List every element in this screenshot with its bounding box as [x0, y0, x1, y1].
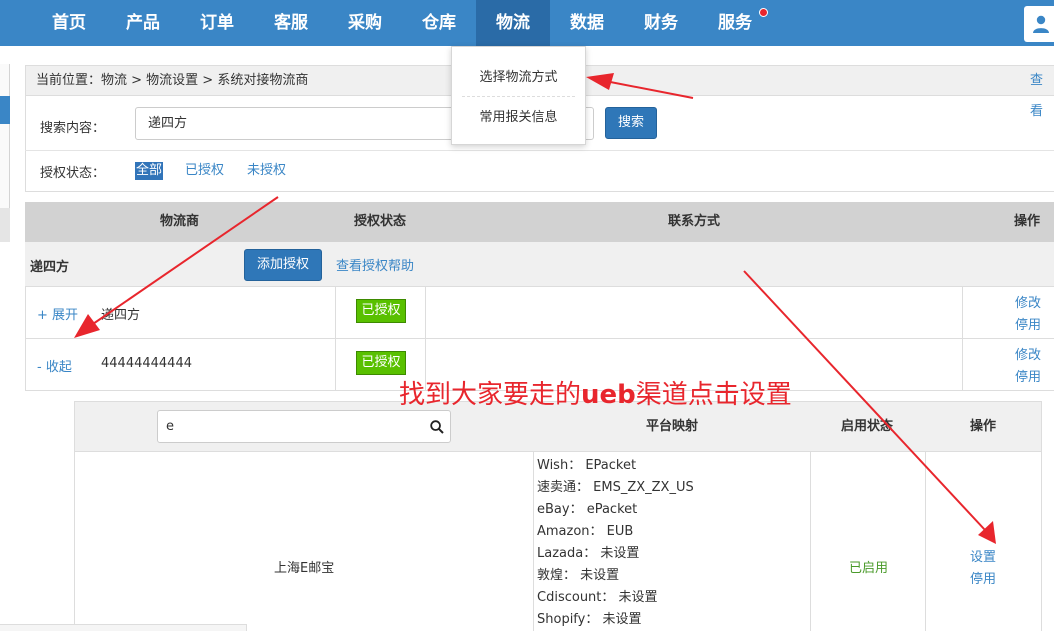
mapping-cdiscount: Cdiscount： 未设置: [537, 590, 658, 605]
status-badge: 已授权: [356, 299, 406, 323]
auth-help-link[interactable]: 查看授权帮助: [336, 255, 414, 274]
col-carrier: 物流商: [160, 214, 200, 229]
col-auth-status: 授权状态: [354, 214, 407, 229]
mapping-amazon: Amazon： EUB: [537, 524, 634, 539]
nav-home[interactable]: 首页: [32, 0, 106, 46]
col-divider: [925, 452, 926, 631]
nav-finance[interactable]: 财务: [624, 0, 698, 46]
filter-all[interactable]: 全部: [135, 162, 164, 180]
menu-customs-info[interactable]: 常用报关信息: [452, 106, 585, 125]
menu-select-shipping-method[interactable]: 选择物流方式: [452, 66, 585, 85]
mapping-lazada: Lazada： 未设置: [537, 546, 640, 561]
collapse-toggle[interactable]: - 收起: [37, 356, 72, 375]
sidebar-active-item[interactable]: [0, 96, 10, 124]
auth-status-label: 授权状态：: [40, 166, 106, 181]
disable-link[interactable]: 停用: [1015, 366, 1041, 385]
mapping-shopify: Shopify： 未设置: [537, 612, 642, 627]
top-nav: 首页 产品 订单 客服 采购 仓库 物流 数据 财务 服务: [0, 0, 1054, 46]
panel-divider: [25, 150, 1054, 151]
nav-orders[interactable]: 订单: [180, 0, 254, 46]
edit-link[interactable]: 修改: [1015, 292, 1041, 311]
settings-link[interactable]: 设置: [970, 546, 996, 565]
channel-name: 上海E邮宝: [274, 561, 335, 576]
col-divider: [335, 287, 336, 391]
disable-link[interactable]: 停用: [1015, 314, 1041, 333]
filter-unauthorized[interactable]: 未授权: [247, 162, 286, 180]
nav-services[interactable]: 服务: [698, 0, 772, 46]
enabled-status: 已启用: [849, 561, 889, 576]
search-label: 搜索内容：: [40, 121, 106, 136]
col-divider: [810, 452, 811, 631]
col-enabled-status: 启用状态: [841, 419, 894, 434]
logistics-dropdown: 选择物流方式 常用报关信息: [451, 46, 586, 145]
edit-link[interactable]: 修改: [1015, 344, 1041, 363]
add-authorization-button[interactable]: 添加授权: [244, 249, 322, 281]
col-divider: [962, 287, 963, 391]
expand-toggle[interactable]: + 展开: [37, 304, 78, 323]
nav-warehouse[interactable]: 仓库: [402, 0, 476, 46]
disable-channel-link[interactable]: 停用: [970, 568, 996, 587]
mapping-ebay: eBay： ePacket: [537, 502, 638, 517]
mapping-aliexpress: 速卖通： EMS_ZX_ZX_US: [537, 480, 694, 495]
account-name: 递四方: [101, 308, 141, 323]
sidebar-item[interactable]: [0, 208, 10, 242]
nav-products[interactable]: 产品: [106, 0, 180, 46]
menu-divider: [462, 96, 575, 97]
table-row: [25, 287, 1054, 339]
annotation-text: 找到大家要走的ueb渠道点击设置: [399, 374, 792, 411]
col-divider: [533, 452, 534, 631]
horizontal-scrollbar[interactable]: [0, 624, 247, 631]
search-icon[interactable]: [430, 420, 444, 434]
col-channel-actions: 操作: [970, 419, 997, 434]
account-name: 44444444444: [101, 356, 192, 371]
annotation-text-bold: ueb: [581, 380, 636, 410]
filter-authorized[interactable]: 已授权: [185, 162, 224, 180]
search-button[interactable]: 搜索: [605, 107, 657, 139]
notification-dot: [759, 8, 768, 17]
mapping-dhgate: 敦煌： 未设置: [537, 568, 620, 583]
col-contact: 联系方式: [668, 214, 721, 229]
channel-search-input[interactable]: e: [157, 410, 451, 443]
user-icon: [1033, 15, 1049, 33]
nav-customer-service[interactable]: 客服: [254, 0, 328, 46]
carrier-group-row: [25, 242, 1054, 287]
nav-logistics[interactable]: 物流: [476, 0, 550, 46]
carrier-name: 递四方: [30, 260, 70, 275]
annotation-text-part: 渠道点击设置: [635, 380, 792, 410]
mapping-wish: Wish： EPacket: [537, 458, 637, 473]
status-badge: 已授权: [356, 351, 406, 375]
nav-data[interactable]: 数据: [550, 0, 624, 46]
annotation-text-part: 找到大家要走的: [399, 380, 582, 410]
app-root: 首页 产品 订单 客服 采购 仓库 物流 数据 财务 服务 当前位置：物流 > …: [0, 0, 1054, 631]
nav-purchase[interactable]: 采购: [328, 0, 402, 46]
col-actions: 操作: [1014, 214, 1041, 229]
user-menu-button[interactable]: [1024, 6, 1054, 42]
channel-search-value: e: [166, 419, 174, 434]
